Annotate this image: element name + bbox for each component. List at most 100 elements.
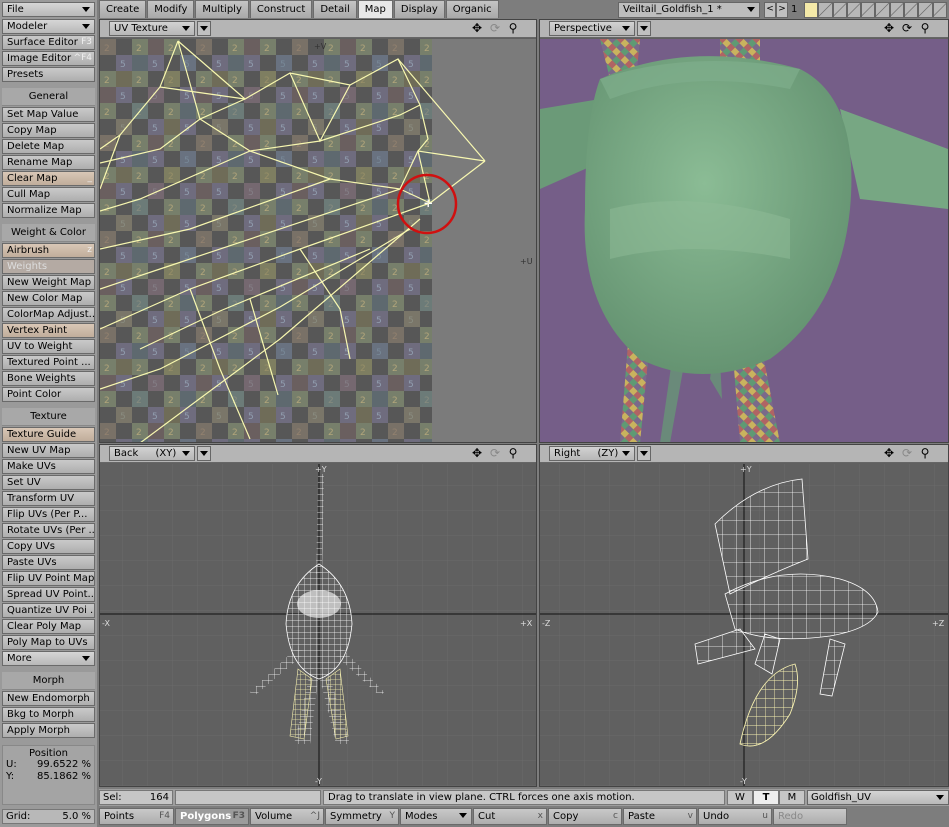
vertex-map-select[interactable]: Goldfish_UV (807, 790, 949, 805)
tab-display[interactable]: Display (393, 0, 445, 18)
back-viewport[interactable]: Back (XY) ✥ ⟳ ⚲ +Y -Y -X +X (99, 444, 537, 787)
rotate-view-icon[interactable]: ⟳ (486, 446, 504, 461)
uv-canvas[interactable]: 2 5 (100, 39, 536, 442)
flip-uv-point-map-button[interactable]: Flip UV Point Map (2, 571, 95, 586)
prev-layer-button[interactable]: < (764, 2, 776, 18)
texture-guide-button[interactable]: Texture Guide (2, 427, 95, 442)
delete-map-button[interactable]: Delete Map (2, 139, 95, 154)
cut-button[interactable]: Cut x (473, 808, 547, 825)
tab-detail[interactable]: Detail (313, 0, 357, 18)
move-view-icon[interactable]: ✥ (468, 446, 486, 461)
tab-organic[interactable]: Organic (445, 0, 499, 18)
colormap-adjust-button[interactable]: ColorMap Adjust... (2, 307, 95, 322)
viewport-mode-select[interactable]: Perspective (549, 21, 635, 36)
layer-5-button[interactable] (861, 2, 876, 18)
cull-map-button[interactable]: Cull Map (2, 187, 95, 202)
layer-9-button[interactable] (918, 2, 933, 18)
new-endomorph-button[interactable]: New Endomorph (2, 691, 95, 706)
new-weight-map-button[interactable]: New Weight Map (2, 275, 95, 290)
rotate-view-icon[interactable]: ⟳ (486, 21, 504, 36)
volume-button[interactable]: Volume ^J (250, 808, 324, 825)
viewport-options-button[interactable] (197, 21, 211, 36)
tab-create[interactable]: Create (99, 0, 147, 18)
points-button[interactable]: Points F4 (99, 808, 174, 825)
perspective-canvas[interactable] (540, 39, 948, 442)
paste-uvs-button[interactable]: Paste UVs (2, 555, 95, 570)
image-editor-button[interactable]: Image Editor ^F4 (2, 51, 95, 66)
rename-map-button[interactable]: Rename Map (2, 155, 95, 170)
rotate-view-icon[interactable]: ⟳ (898, 446, 916, 461)
move-view-icon[interactable]: ✥ (880, 446, 898, 461)
layer-10-button[interactable] (932, 2, 947, 18)
more-menu[interactable]: More (2, 651, 95, 666)
uv-texture-viewport[interactable]: UV Texture ✥⟳⚲ 2 5 (99, 19, 537, 443)
weights-button[interactable]: Weights (2, 259, 95, 274)
apply-morph-button[interactable]: Apply Morph (2, 723, 95, 738)
viewport-mode-select[interactable]: UV Texture (109, 21, 195, 36)
modes-button[interactable]: Modes (400, 808, 472, 825)
next-layer-button[interactable]: > (776, 2, 788, 18)
t-button[interactable]: T (753, 790, 779, 805)
layer-3-button[interactable] (832, 2, 847, 18)
clear-poly-map-button[interactable]: Clear Poly Map (2, 619, 95, 634)
paste-button[interactable]: Paste v (623, 808, 697, 825)
copy-button[interactable]: Copy c (548, 808, 622, 825)
copy-map-button[interactable]: Copy Map (2, 123, 95, 138)
uv-to-weight-button[interactable]: UV to Weight (2, 339, 95, 354)
m-button[interactable]: M (779, 790, 805, 805)
rotate-uvs-per-button[interactable]: Rotate UVs (Per ... (2, 523, 95, 538)
layer-7-button[interactable] (889, 2, 905, 18)
vertex-paint-button[interactable]: Vertex Paint (2, 323, 95, 338)
perspective-viewport[interactable]: Perspective ✥ ⟳ ⚲ (539, 19, 949, 443)
w-button[interactable]: W (727, 790, 753, 805)
viewport-mode-select[interactable]: Right (ZY) (549, 446, 635, 461)
point-color-button[interactable]: Point Color (2, 387, 95, 402)
viewport-mode-select[interactable]: Back (XY) (109, 446, 195, 461)
layer-1-button[interactable] (804, 2, 819, 18)
layer-8-button[interactable] (904, 2, 919, 18)
undo-button[interactable]: Undo u (698, 808, 772, 825)
flip-uvs-per-p-button[interactable]: Flip UVs (Per P... (2, 507, 95, 522)
zoom-icon[interactable]: ⚲ (916, 446, 934, 461)
tab-construct[interactable]: Construct (249, 0, 313, 18)
right-viewport[interactable]: Right (ZY) ✥ ⟳ ⚲ +Y -Y -Z +Z (539, 444, 949, 787)
bone-weights-button[interactable]: Bone Weights (2, 371, 95, 386)
viewport-options-button[interactable] (637, 21, 651, 36)
set-uv-button[interactable]: Set UV (2, 475, 95, 490)
viewport-options-button[interactable] (637, 446, 651, 461)
zoom-icon[interactable]: ⚲ (504, 21, 522, 36)
textured-point-button[interactable]: Textured Point ... (2, 355, 95, 370)
file-menu[interactable]: File (2, 2, 95, 17)
viewport-options-button[interactable] (197, 446, 211, 461)
transform-uv-button[interactable]: Transform UV (2, 491, 95, 506)
move-view-icon[interactable]: ✥ (468, 21, 486, 36)
object-title-select[interactable]: Veiltail_Goldfish_1 * (618, 2, 760, 18)
tab-map[interactable]: Map (357, 0, 393, 18)
symmetry-button[interactable]: Symmetry Y (325, 808, 399, 825)
airbrush-button[interactable]: Airbrush z (2, 243, 95, 258)
copy-uvs-button[interactable]: Copy UVs (2, 539, 95, 554)
presets-button[interactable]: Presets (2, 67, 95, 82)
spread-uv-point-button[interactable]: Spread UV Point... (2, 587, 95, 602)
rotate-view-icon[interactable]: ⟳ (898, 21, 916, 36)
new-uv-map-button[interactable]: New UV Map (2, 443, 95, 458)
clear-map-button[interactable]: Clear Map _ (2, 171, 95, 186)
new-color-map-button[interactable]: New Color Map (2, 291, 95, 306)
tab-multiply[interactable]: Multiply (195, 0, 249, 18)
zoom-icon[interactable]: ⚲ (504, 446, 522, 461)
layer-2-button[interactable] (818, 2, 833, 18)
tab-modify[interactable]: Modify (147, 0, 195, 18)
zoom-icon[interactable]: ⚲ (916, 21, 934, 36)
bkg-to-morph-button[interactable]: Bkg to Morph (2, 707, 95, 722)
right-canvas[interactable]: +Y -Y -Z +Z (540, 464, 948, 786)
make-uvs-button[interactable]: Make UVs (2, 459, 95, 474)
polygons-button[interactable]: Polygons F3 (175, 808, 249, 825)
layer-6-button[interactable] (875, 2, 890, 18)
back-canvas[interactable]: +Y -Y -X +X (100, 464, 536, 786)
set-map-value-button[interactable]: Set Map Value (2, 107, 95, 122)
quantize-uv-poi-button[interactable]: Quantize UV Poi ... (2, 603, 95, 618)
redo-button[interactable]: Redo (773, 808, 847, 825)
poly-map-to-uvs-button[interactable]: Poly Map to UVs (2, 635, 95, 650)
surface-editor-button[interactable]: Surface Editor F3 (2, 35, 95, 50)
normalize-map-button[interactable]: Normalize Map (2, 203, 95, 218)
